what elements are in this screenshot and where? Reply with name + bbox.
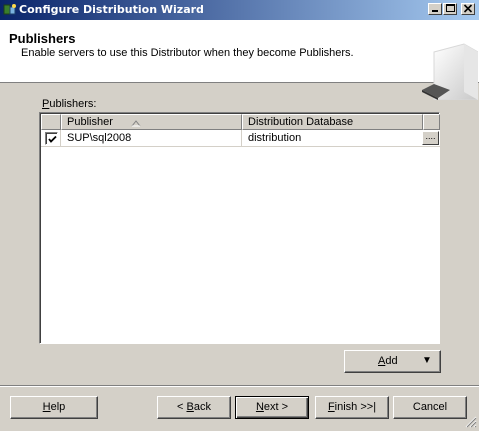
wizard-header: Publishers Enable servers to use this Di…	[0, 20, 479, 101]
window-title: Configure Distribution Wizard	[19, 3, 204, 16]
cancel-button[interactable]: Cancel	[393, 396, 467, 419]
table-row-database[interactable]: distribution ....	[242, 130, 440, 147]
add-button[interactable]: Add ▼	[344, 350, 441, 373]
wizard-icon	[3, 3, 17, 17]
finish-button[interactable]: Finish >>|	[315, 396, 389, 419]
chevron-down-icon: ▼	[422, 355, 432, 366]
server-graphic	[420, 42, 479, 101]
column-header-publisher[interactable]: Publisher	[61, 114, 242, 130]
column-header-check[interactable]	[41, 114, 61, 130]
wizard-window: Configure Distribution Wizard Publishers…	[0, 0, 479, 430]
sort-ascending-icon	[131, 118, 141, 130]
column-header-distribution-database[interactable]: Distribution Database	[242, 114, 423, 130]
page-subtitle: Enable servers to use this Distributor w…	[21, 47, 354, 59]
enable-publisher-checkbox[interactable]	[45, 132, 58, 145]
back-button[interactable]: < Back	[157, 396, 231, 419]
close-icon[interactable]	[461, 3, 475, 15]
table-row-publisher[interactable]: SUP\sql2008	[61, 130, 242, 147]
minimize-icon[interactable]	[428, 3, 442, 15]
browse-database-button[interactable]: ....	[422, 131, 439, 145]
table-row-checkbox-cell	[41, 130, 61, 147]
help-button[interactable]: Help	[10, 396, 98, 419]
column-header-extra[interactable]	[423, 114, 440, 130]
page-title: Publishers	[9, 31, 76, 46]
next-button[interactable]: Next >	[235, 396, 309, 419]
checkmark-icon	[48, 135, 57, 143]
publishers-label: Publishers:	[42, 98, 97, 110]
publishers-grid[interactable]: Publisher Distribution Database SUP\sql2…	[39, 112, 440, 344]
title-bar[interactable]: Configure Distribution Wizard	[0, 0, 479, 20]
maximize-icon[interactable]	[443, 3, 457, 15]
resize-grip-icon[interactable]	[465, 416, 477, 428]
